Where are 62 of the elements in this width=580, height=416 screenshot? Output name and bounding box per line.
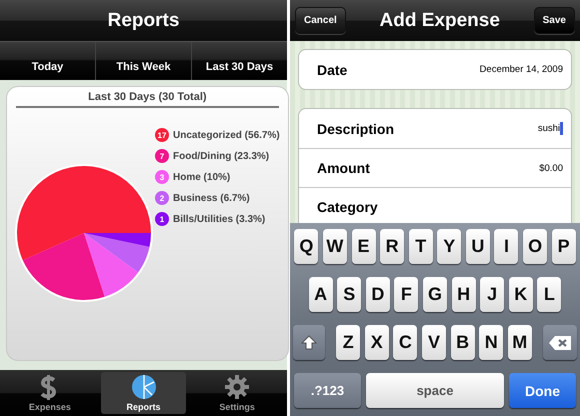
field-label: Amount — [317, 160, 370, 176]
legend-label: Bills/Utilities (3.3%) — [173, 214, 266, 224]
keyboard-key[interactable]: Q — [294, 229, 318, 264]
legend-label: Food/Dining (23.3%) — [173, 150, 270, 162]
backspace-icon — [548, 334, 572, 350]
keyboard-key[interactable]: K — [508, 277, 533, 312]
count-badge: 1 — [155, 212, 169, 226]
keyboard-key[interactable]: Z — [336, 325, 360, 360]
keyboard-key[interactable]: D — [366, 277, 390, 312]
keyboard-key[interactable]: L — [537, 277, 562, 312]
keyboard-key[interactable]: I — [494, 229, 518, 264]
keyboard-key[interactable]: W — [322, 229, 347, 264]
input-field[interactable]: sushi — [538, 122, 563, 135]
field-label: Date — [317, 62, 348, 78]
keyboard-key[interactable]: O — [523, 229, 548, 264]
done-key[interactable]: Done — [509, 373, 576, 408]
count-badge: 2 — [155, 191, 169, 205]
keyboard-key[interactable]: V — [422, 325, 446, 360]
tab-bar-item[interactable]: Expenses — [7, 372, 93, 414]
legend-label: Home (10%) — [173, 172, 230, 182]
date-value: December 14, 2009 — [480, 64, 563, 75]
tab-bar-item[interactable]: Reports — [100, 372, 186, 414]
cancel-button[interactable]: Cancel — [295, 7, 346, 34]
keyboard-key[interactable]: M — [508, 325, 532, 360]
legend-label: Business (6.7%) — [173, 192, 250, 204]
keyboard-key[interactable]: U — [466, 229, 490, 264]
chart-title: Last 30 Days (30 Total) — [16, 87, 279, 108]
shift-key[interactable] — [292, 325, 325, 360]
keyboard-key[interactable]: A — [308, 277, 333, 312]
save-button[interactable]: Save — [534, 7, 575, 34]
keyboard-key[interactable]: X — [364, 325, 389, 360]
shift-arrow-icon — [300, 334, 317, 350]
screen-title: Add Expense — [380, 10, 500, 32]
keyboard-key[interactable]: F — [394, 277, 418, 312]
field-label: Category — [317, 199, 378, 215]
tab-bar-item[interactable]: Settings — [194, 372, 280, 414]
numbers-key[interactable]: .?123 — [294, 373, 361, 408]
keyboard-key[interactable]: N — [479, 325, 504, 360]
count-badge: 7 — [155, 149, 169, 163]
screen-title: Reports — [108, 10, 180, 32]
legend-label: Uncategorized (56.7%) — [173, 130, 280, 140]
input-field[interactable]: $0.00 — [539, 162, 563, 174]
keyboard-key[interactable]: T — [408, 229, 433, 264]
count-badge: 17 — [155, 128, 169, 142]
keyboard-key[interactable]: B — [450, 325, 475, 360]
keyboard-key[interactable]: J — [480, 277, 504, 312]
keyboard-key[interactable]: P — [552, 229, 576, 264]
segment-button[interactable]: Last 30 Days — [192, 42, 287, 80]
keyboard-key[interactable]: R — [380, 229, 404, 264]
keyboard-key[interactable]: E — [352, 229, 376, 264]
keyboard-key[interactable]: H — [452, 277, 476, 312]
keyboard-key[interactable]: Y — [437, 229, 462, 264]
keyboard-key[interactable]: C — [393, 325, 418, 360]
backspace-key[interactable] — [543, 325, 578, 360]
field-label: Description — [317, 120, 394, 136]
date-row[interactable]: Date December 14, 2009 — [298, 49, 572, 90]
pie-chart-icon — [130, 374, 156, 400]
keyboard-key[interactable]: G — [423, 277, 447, 312]
keyboard-key[interactable]: S — [337, 277, 362, 312]
settings-icon — [224, 374, 250, 400]
space-key[interactable]: space — [366, 373, 504, 408]
count-badge: 3 — [155, 170, 169, 184]
